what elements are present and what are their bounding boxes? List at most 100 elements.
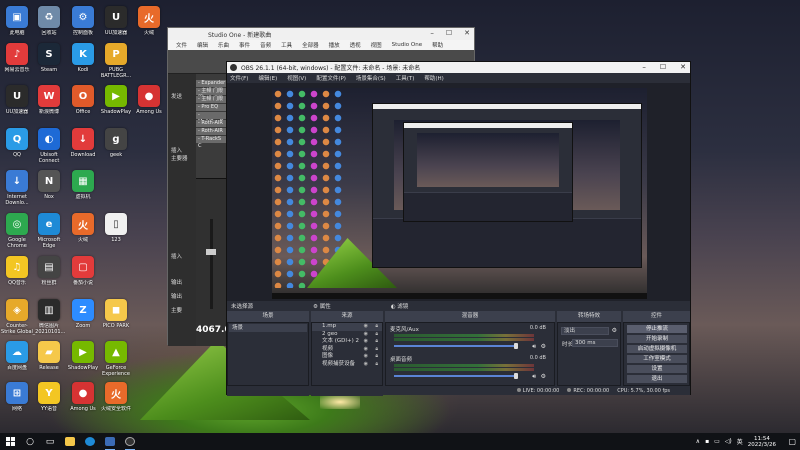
preview-canvas[interactable] — [272, 88, 647, 299]
desktop-icon[interactable]: ◎ Google Chrome — [0, 211, 34, 257]
desktop-icon[interactable]: g geek — [99, 126, 133, 172]
source-item[interactable]: 视频 ◉ 🔒︎ — [312, 346, 382, 354]
volume-icon[interactable]: ◁) — [725, 438, 732, 445]
insert-slot[interactable]: - T-RackS C — [196, 136, 226, 149]
insert-slot[interactable]: - 主频 门限 — [196, 96, 226, 103]
eye-icon[interactable]: ◉ — [364, 323, 368, 331]
studio-one-fader-strip[interactable] — [196, 178, 230, 346]
desktop-icon[interactable]: W 新浪微博 — [32, 83, 66, 129]
menu-scene-collection[interactable]: 场景集合(S) — [356, 74, 386, 82]
menu-item[interactable]: 全部器 — [302, 41, 319, 49]
menu-help[interactable]: 帮助(H) — [424, 74, 443, 82]
lock-icon[interactable]: 🔒︎ — [375, 323, 378, 331]
insert-slot[interactable]: - Roth-AIR v — [196, 120, 226, 133]
obs-titlebar[interactable]: OBS 26.1.1 (64-bit, windows) - 配置文件: 未命名… — [227, 62, 690, 73]
volume-fader[interactable] — [394, 375, 514, 377]
duration-input[interactable]: 300 ms — [572, 339, 618, 347]
desktop-icon[interactable]: U UU加速器 — [0, 83, 34, 129]
taskbar-edge[interactable] — [80, 433, 100, 450]
insert-slot[interactable]: - Roth-AIR — [196, 128, 226, 135]
taskbar-file-explorer[interactable] — [60, 433, 80, 450]
desktop-icon[interactable]: ♫ QQ音乐 — [0, 254, 34, 300]
desktop-icon[interactable]: ▤ 粉丝群 — [32, 254, 66, 300]
input-language[interactable]: 英 — [737, 437, 743, 446]
desktop-icon[interactable]: ◐ Ubisoft Connect — [32, 126, 66, 172]
notification-icon[interactable]: ▢ — [788, 437, 796, 446]
eye-icon[interactable]: ◉ — [364, 353, 368, 361]
desktop-icon[interactable]: 火 火绒 — [132, 4, 166, 50]
network-icon[interactable]: ▭ — [714, 438, 720, 445]
minimize-icon[interactable]: – — [430, 29, 434, 37]
taskbar-studio-one[interactable] — [100, 433, 120, 450]
lock-icon[interactable]: 🔒︎ — [375, 361, 378, 369]
desktop-icon[interactable]: ▶ ShadowPlay — [99, 83, 133, 129]
insert-slot[interactable]: - Expander — [196, 80, 226, 87]
gear-icon[interactable]: ⚙ — [541, 343, 546, 350]
desktop-icon[interactable]: ◼ PICO PARK — [99, 297, 133, 343]
eye-icon[interactable]: ◉ — [364, 338, 368, 346]
source-item[interactable]: 2 geo ◉ 🔒︎ — [312, 331, 382, 339]
desktop-icon[interactable]: 火 火绒安全软件 — [99, 380, 133, 426]
desktop-icon[interactable]: N Nox — [32, 168, 66, 214]
desktop-icon[interactable]: ▯ 123 — [99, 211, 133, 257]
menu-item[interactable]: Studio One — [392, 42, 422, 48]
menu-item[interactable]: 视图 — [371, 41, 382, 49]
volume-fader-knob[interactable] — [514, 343, 518, 349]
lock-icon[interactable]: 🔒︎ — [375, 331, 378, 339]
app-tray-icon[interactable]: ▪ — [705, 438, 709, 445]
menu-item[interactable]: 播放 — [329, 41, 340, 49]
menu-tools[interactable]: 工具(T) — [396, 74, 415, 82]
desktop-icon[interactable]: P PUBG BATTLEGR... — [99, 41, 133, 87]
filters-button[interactable]: ◐ 滤镜 — [391, 302, 409, 310]
menu-edit[interactable]: 编辑(E) — [258, 74, 277, 82]
obs-preview-area[interactable] — [227, 83, 690, 301]
menu-item[interactable]: 帮助 — [432, 41, 443, 49]
close-icon[interactable]: ✕ — [680, 63, 686, 71]
desktop-icon[interactable]: ↓ Internet Downlo... — [0, 168, 34, 214]
start-button[interactable] — [0, 433, 20, 450]
source-item[interactable]: 文本 (GDI+) 2 ◉ 🔒︎ — [312, 338, 382, 346]
desktop-icon[interactable]: ▲ GeForce Experience — [99, 339, 133, 385]
desktop-icon[interactable]: ◈ Counter-Strike Global Off... — [0, 297, 34, 343]
settings-button[interactable]: 设置 — [627, 365, 687, 373]
desktop-icon[interactable]: S Steam — [32, 41, 66, 87]
desktop-icon[interactable]: Z Zoom — [66, 297, 100, 343]
transition-select[interactable]: 淡出 — [561, 327, 609, 335]
source-item[interactable]: 1.mp ◉ 🔒︎ — [312, 323, 382, 331]
menu-item[interactable]: 工具 — [281, 41, 292, 49]
minimize-icon[interactable]: – — [642, 63, 646, 71]
eye-icon[interactable]: ◉ — [364, 331, 368, 339]
clock[interactable]: 11:54 2022/3/26 — [748, 436, 776, 448]
stop-streaming-button[interactable]: 停止推流 — [627, 325, 687, 333]
insert-slot[interactable]: - 主频 门限器 — [196, 88, 226, 101]
gear-icon[interactable]: ⚙ — [541, 373, 546, 380]
desktop-icon[interactable]: ● Among Us — [66, 380, 100, 426]
source-item[interactable]: 视频捕获设备 ◉ 🔒︎ — [312, 361, 382, 369]
insert-slot[interactable]: - Pro EQ — [196, 104, 226, 111]
obs-window[interactable]: OBS 26.1.1 (64-bit, windows) - 配置文件: 未命名… — [226, 61, 691, 396]
properties-button[interactable]: ⚙ 属性 — [313, 302, 331, 310]
sources-list[interactable]: 1.mp ◉ 🔒︎ 2 geo ◉ 🔒︎ 文本 (GDI+) 2 ◉ 🔒︎ 视频 ◉ 🔒︎ 图像… — [311, 322, 383, 386]
taskbar-obs[interactable] — [120, 433, 140, 450]
close-icon[interactable]: ✕ — [464, 29, 470, 37]
desktop-icon[interactable]: O Office — [66, 83, 100, 129]
desktop-icon[interactable]: ▰ Release — [32, 339, 66, 385]
desktop-icon[interactable]: Y YY语音 — [32, 380, 66, 426]
volume-fader-knob[interactable] — [514, 373, 518, 379]
chevron-up-icon[interactable]: ∧ — [696, 438, 700, 445]
gear-icon[interactable]: ⚙ — [612, 327, 617, 334]
menu-item[interactable]: 透视 — [350, 41, 361, 49]
lock-icon[interactable]: 🔒︎ — [375, 353, 378, 361]
menu-item[interactable]: 文件 — [176, 41, 187, 49]
studio-one-titlebar[interactable]: Studio One - 新建歌曲 – ☐ ✕ — [168, 28, 474, 40]
desktop-icon[interactable]: ▦ 虚拟机 — [66, 168, 100, 214]
maximize-icon[interactable]: ☐ — [660, 63, 666, 71]
lock-icon[interactable]: 🔒︎ — [375, 338, 378, 346]
fader-knob[interactable] — [206, 249, 216, 255]
desktop-icon[interactable]: ⊞ 网络 — [0, 380, 34, 426]
desktop-icon[interactable]: ☁ 百度网盘 — [0, 339, 34, 385]
scene-item[interactable]: 场景 — [229, 324, 307, 332]
search-icon[interactable]: ○ — [20, 433, 40, 450]
exit-button[interactable]: 退出 — [627, 375, 687, 383]
desktop-icon[interactable]: Q QQ — [0, 126, 34, 172]
